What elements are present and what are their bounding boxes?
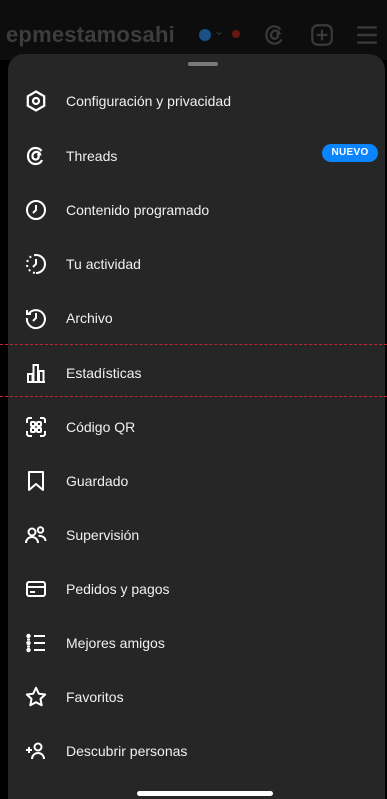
menu-item-label: Configuración y privacidad [66,93,231,109]
profile-header: epmestamosahi ⌄ [0,0,387,60]
new-badge: NUEVO [322,144,378,162]
verified-badge-icon [199,29,211,41]
card-icon [24,577,48,601]
menu-item-orders-payments[interactable]: Pedidos y pagos [8,569,385,609]
menu-item-saved[interactable]: Guardado [8,461,385,501]
bookmark-icon [24,469,48,493]
menu-item-label: Pedidos y pagos [66,581,170,597]
qr-code-icon [24,415,48,439]
threads-icon [24,144,48,168]
menu-item-label: Supervisión [66,527,140,543]
bar-chart-icon [24,361,48,385]
close-friends-icon [24,631,48,655]
menu-item-label: Favoritos [66,689,124,705]
menu-item-label: Guardado [66,473,129,489]
menu-item-label: Mejores amigos [66,635,165,651]
star-icon [24,685,48,709]
archive-icon [24,306,48,330]
menu-item-label: Tu actividad [66,256,141,272]
menu-item-label: Archivo [66,310,113,326]
menu-item-qr-code[interactable]: Código QR [8,407,385,447]
add-person-icon [24,739,48,763]
settings-sheet: Configuración y privacidad Threads NUEVO… [8,54,385,799]
menu-item-label: Threads [66,148,118,164]
menu-item-discover-people[interactable]: Descubrir personas [8,731,385,771]
gear-icon [24,89,48,113]
menu-item-favorites[interactable]: Favoritos [8,677,385,717]
activity-icon [24,252,48,276]
menu-item-label: Código QR [66,419,136,435]
menu-item-label: Estadísticas [66,365,142,381]
username-label[interactable]: epmestamosahi [6,22,175,48]
clock-icon [24,198,48,222]
chevron-down-icon[interactable]: ⌄ [214,24,224,38]
add-post-icon[interactable] [309,22,335,48]
menu-item-settings[interactable]: Configuración y privacidad [8,81,385,121]
sheet-grabber[interactable] [188,62,218,66]
menu-icon[interactable] [354,22,380,48]
menu-item-statistics[interactable]: Estadísticas [8,353,385,393]
menu-item-threads[interactable]: Threads NUEVO [8,136,385,176]
notification-dot-icon [232,30,240,38]
menu-item-close-friends[interactable]: Mejores amigos [8,623,385,663]
supervision-icon [24,523,48,547]
menu-item-your-activity[interactable]: Tu actividad [8,244,385,284]
menu-item-label: Contenido programado [66,202,210,218]
home-indicator[interactable] [137,791,273,796]
menu-item-archive[interactable]: Archivo [8,298,385,338]
threads-icon[interactable] [262,22,288,48]
menu-item-label: Descubrir personas [66,743,188,759]
menu-item-scheduled-content[interactable]: Contenido programado [8,190,385,230]
menu-item-supervision[interactable]: Supervisión [8,515,385,555]
